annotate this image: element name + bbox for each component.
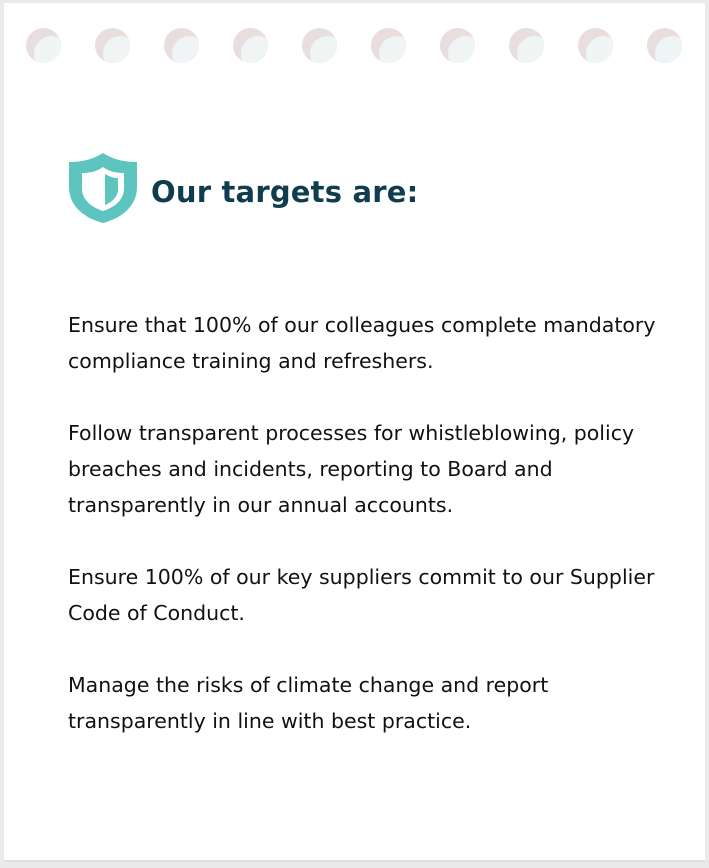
target-item: Ensure 100% of our key suppliers commit …	[68, 565, 655, 625]
binder-hole	[371, 28, 406, 63]
binder-hole	[233, 28, 268, 63]
binder-hole	[509, 28, 544, 63]
binder-hole	[95, 28, 130, 63]
binder-hole	[302, 28, 337, 63]
page-title: Our targets are:	[151, 175, 419, 209]
shield-icon	[69, 153, 137, 223]
binder-hole	[26, 28, 61, 63]
target-item: Ensure that 100% of our colleagues compl…	[68, 313, 656, 373]
binder-hole	[164, 28, 199, 63]
binder-hole	[440, 28, 475, 63]
section-header: Our targets are:	[67, 150, 418, 226]
binder-holes	[26, 28, 686, 68]
targets-list: Ensure that 100% of our colleagues compl…	[68, 307, 668, 775]
binder-hole	[647, 28, 682, 63]
target-item: Manage the risks of climate change and r…	[68, 673, 549, 733]
targets-card: Our targets are: Ensure that 100% of our…	[4, 3, 705, 862]
binder-hole	[578, 28, 613, 63]
target-item: Follow transparent processes for whistle…	[68, 421, 635, 517]
